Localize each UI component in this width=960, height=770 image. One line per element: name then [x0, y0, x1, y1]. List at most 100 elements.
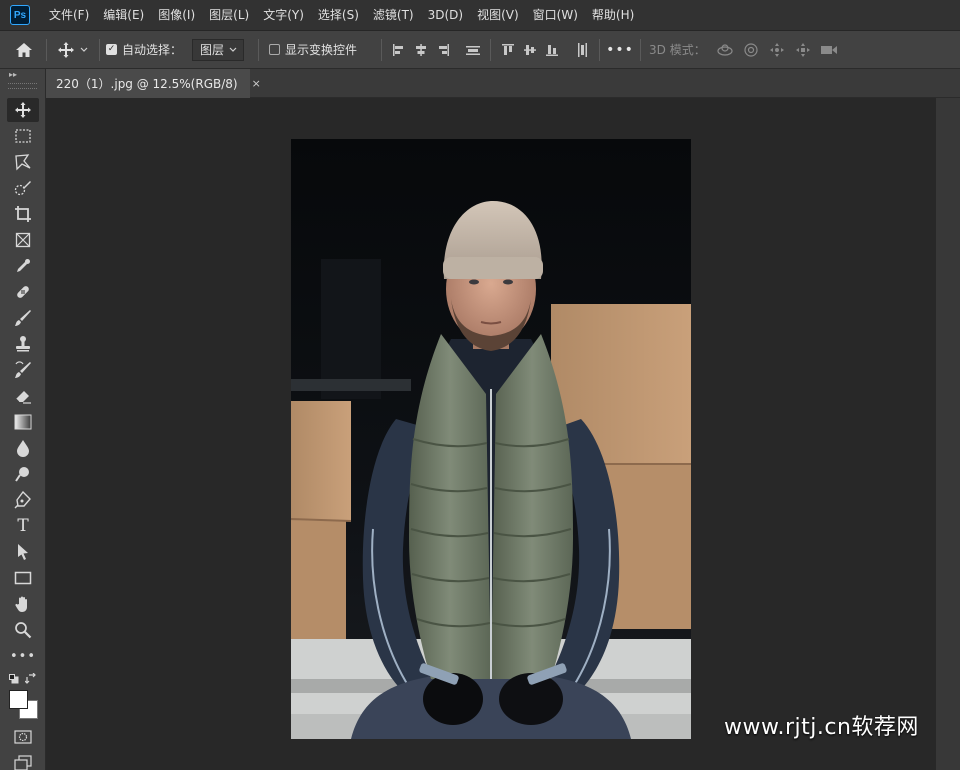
quick-select-tool[interactable] [7, 176, 39, 200]
eraser-tool[interactable] [7, 384, 39, 408]
menu-window[interactable]: 窗口(W) [526, 0, 585, 31]
align-top-button[interactable] [497, 43, 519, 57]
ellipsis-icon: ••• [9, 648, 36, 664]
menu-help[interactable]: 帮助(H) [585, 0, 641, 31]
3d-orbit-icon [717, 43, 733, 56]
transform-controls-checkbox[interactable] [269, 44, 281, 55]
chevron-down-icon [80, 47, 88, 52]
eyedropper-tool[interactable] [7, 254, 39, 278]
auto-select-target-value: 图层 [200, 43, 225, 57]
zoom-icon [15, 622, 32, 639]
hand-icon [15, 596, 27, 612]
move-tool-preset-button[interactable] [53, 31, 93, 69]
separator [381, 38, 383, 61]
align-hcenter-icon [416, 43, 427, 56]
blur-tool[interactable] [7, 436, 39, 460]
foreground-color-swatch[interactable] [9, 690, 28, 709]
document-tab[interactable]: 220（1）.jpg @ 12.5%(RGB/8) × [46, 69, 261, 98]
canvas-area[interactable] [46, 98, 936, 770]
options-bar: ✓ 自动选择： 图层 显示变换控件 ••• 3D 模式： [0, 31, 960, 69]
lasso-tool[interactable] [7, 150, 39, 174]
frame-icon [15, 232, 31, 248]
panel-grip[interactable] [8, 83, 37, 89]
menu-select[interactable]: 选择(S) [311, 0, 366, 31]
clone-stamp-tool[interactable] [7, 332, 39, 356]
menu-file[interactable]: 文件(F) [42, 0, 96, 31]
history-brush-tool[interactable] [7, 358, 39, 382]
vertical-scrollbar[interactable] [936, 98, 960, 770]
3d-scale-button[interactable] [816, 44, 842, 56]
photoshop-logo: Ps [10, 5, 30, 25]
chevron-down-icon [229, 47, 237, 52]
lasso-icon [15, 154, 31, 171]
crop-icon [15, 206, 31, 222]
align-bottom-button[interactable] [541, 43, 563, 57]
menu-view[interactable]: 视图(V) [470, 0, 526, 31]
menu-filter[interactable]: 滤镜(T) [366, 0, 421, 31]
screen-mode-icon [14, 755, 32, 770]
color-mini-controls [9, 673, 37, 687]
3d-slide-button[interactable] [790, 42, 816, 58]
3d-pan-icon [769, 42, 784, 57]
menu-edit[interactable]: 编辑(E) [96, 0, 151, 31]
gradient-tool[interactable] [7, 410, 39, 434]
quick-mask-icon [14, 730, 32, 744]
align-vcenter-button[interactable] [519, 43, 541, 57]
quick-mask-button[interactable] [7, 725, 39, 749]
marquee-icon [15, 129, 31, 143]
move-tool[interactable] [7, 98, 39, 122]
bandage-icon [17, 286, 29, 298]
auto-select-checkbox[interactable]: ✓ [106, 44, 117, 55]
rectangle-tool[interactable] [7, 566, 39, 590]
align-right-button[interactable] [432, 43, 454, 57]
rectangle-icon [14, 571, 32, 585]
more-options-button[interactable]: ••• [606, 42, 634, 58]
3d-roll-icon [744, 42, 758, 57]
default-colors-icon[interactable] [9, 674, 19, 684]
separator [640, 38, 642, 61]
3d-orbit-button[interactable] [712, 43, 738, 57]
menu-3d[interactable]: 3D(D) [421, 0, 470, 31]
marquee-tool[interactable] [7, 124, 39, 148]
menu-image[interactable]: 图像(I) [151, 0, 202, 31]
pen-tool[interactable] [7, 488, 39, 512]
path-selection-tool[interactable] [7, 540, 39, 564]
crop-tool[interactable] [7, 202, 39, 226]
document-tab-bar: 220（1）.jpg @ 12.5%(RGB/8) × [46, 69, 960, 98]
home-button[interactable] [8, 31, 40, 69]
3d-slide-icon [795, 42, 810, 57]
auto-select-target-dropdown[interactable]: 图层 [192, 38, 245, 61]
distribute-icon [466, 45, 481, 55]
screen-mode-button[interactable] [7, 751, 39, 770]
document-tab-title: 220（1）.jpg @ 12.5%(RGB/8) [56, 77, 238, 91]
brush-tool[interactable] [7, 306, 39, 330]
menu-bar: Ps 文件(F) 编辑(E) 图像(I) 图层(L) 文字(Y) 选择(S) 滤… [0, 0, 960, 31]
distribute-horizontal-button[interactable] [571, 42, 593, 58]
dodge-tool[interactable] [7, 462, 39, 486]
quick-select-icon [14, 181, 31, 196]
3d-pan-button[interactable] [764, 42, 790, 58]
align-hcenter-button[interactable] [410, 43, 432, 57]
swap-colors-icon[interactable] [25, 673, 37, 685]
document-image [291, 139, 691, 739]
zoom-tool[interactable] [7, 618, 39, 642]
hand-tool[interactable] [7, 592, 39, 616]
close-icon[interactable]: × [252, 77, 261, 90]
auto-select-label: 自动选择： [122, 43, 183, 57]
options-grip [0, 31, 8, 69]
separator [99, 38, 100, 61]
menu-layer[interactable]: 图层(L) [202, 0, 256, 31]
type-tool[interactable]: T [7, 514, 39, 538]
healing-brush-tool[interactable] [7, 280, 39, 304]
edit-toolbar-button[interactable]: ••• [7, 644, 39, 668]
move-icon [58, 41, 74, 58]
droplet-icon [17, 440, 29, 457]
collapse-panel-button[interactable]: ▸▸ [0, 69, 45, 81]
align-left-button[interactable] [388, 43, 410, 57]
align-right-icon [439, 43, 450, 56]
distribute-icon [578, 42, 588, 57]
menu-type[interactable]: 文字(Y) [256, 0, 311, 31]
frame-tool[interactable] [7, 228, 39, 252]
distribute-vertical-button[interactable] [462, 43, 484, 57]
3d-roll-button[interactable] [738, 42, 764, 58]
